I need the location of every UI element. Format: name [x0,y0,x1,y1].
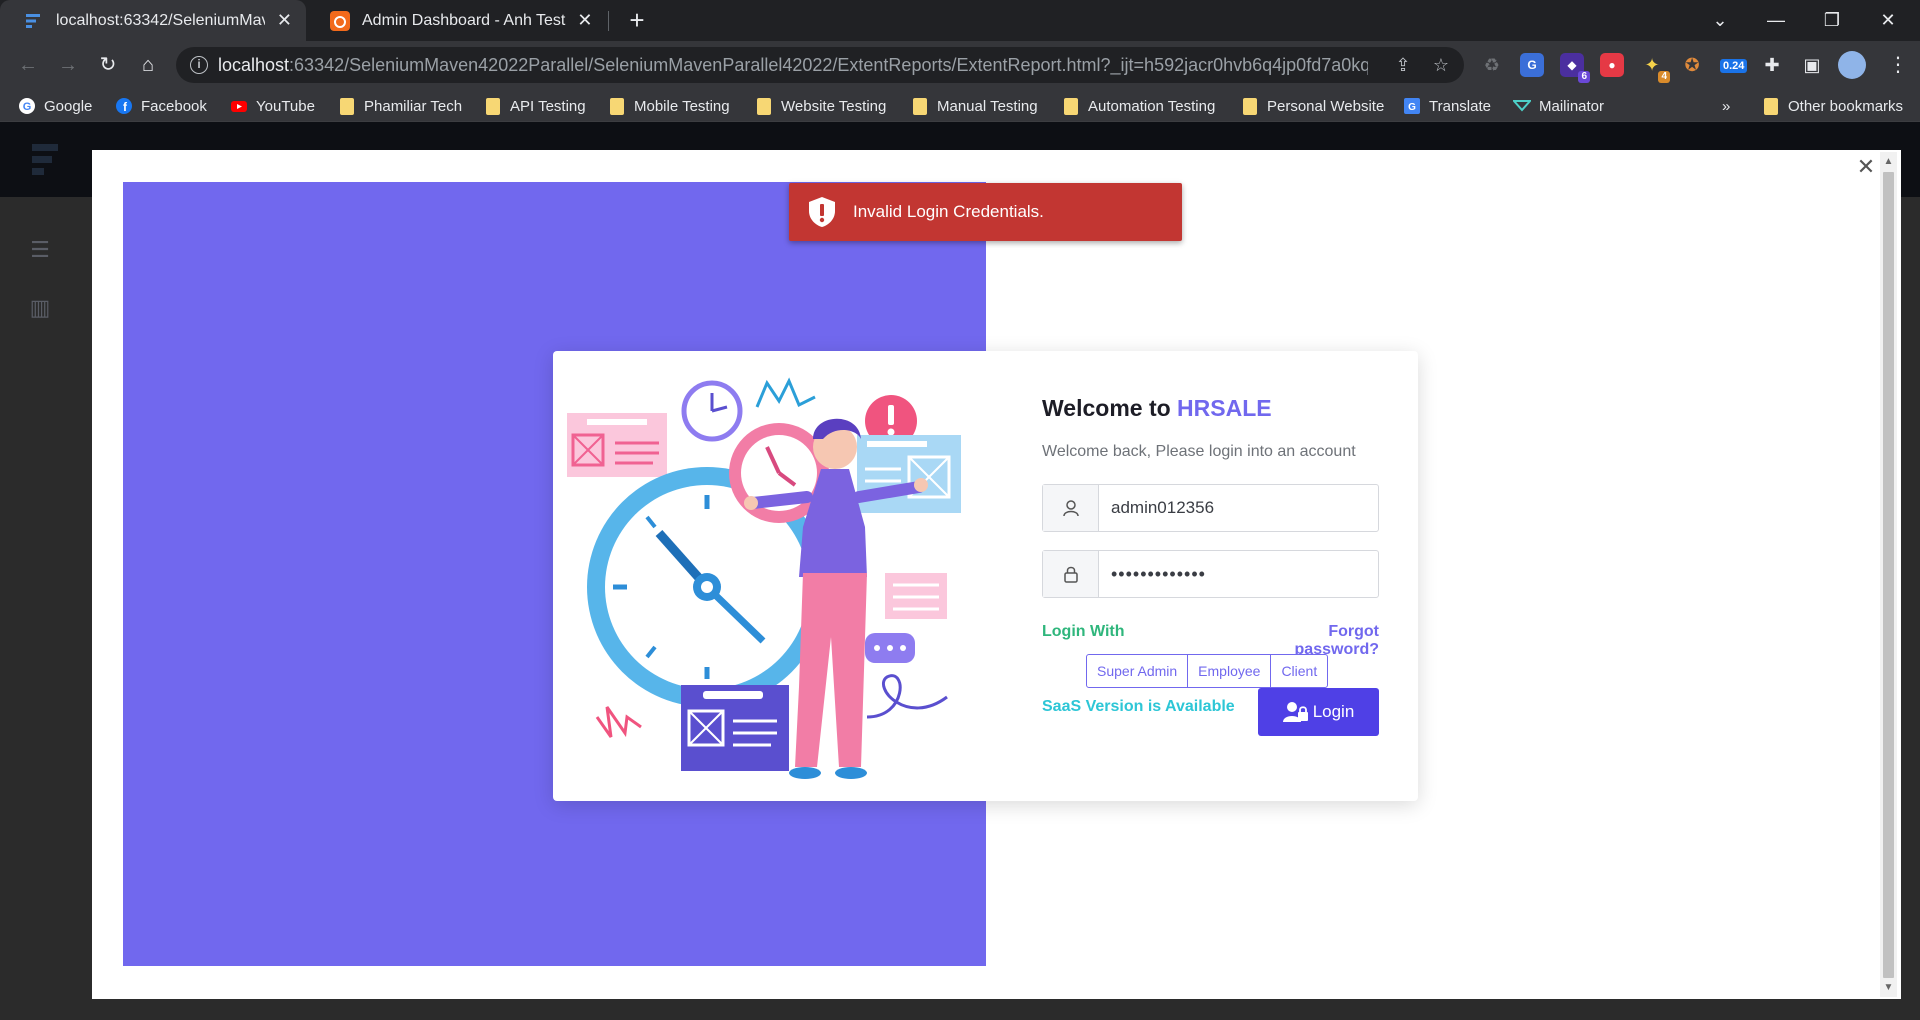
shield-alert-icon [809,197,835,227]
minimize-icon[interactable]: — [1748,0,1804,41]
page-viewport: ☰ ▥ Invalid Login Credentials. Welcome t… [0,122,1920,1020]
facebook-icon: f [116,98,132,114]
bar-chart-icon[interactable]: ▥ [28,296,52,320]
folder-icon [913,97,927,115]
folder-icon [1764,97,1778,115]
brand-name: HRSALE [1177,395,1272,421]
tab-search-icon[interactable]: ⌄ [1692,0,1748,41]
bookmark-personal-website[interactable]: Personal Website [1241,95,1384,117]
svg-text:G: G [1408,102,1416,113]
super-admin-button[interactable]: Super Admin [1086,654,1189,688]
welcome-heading: Welcome to HRSALE [1042,395,1272,421]
shield-icon[interactable]: ◆ 6 [1560,53,1590,83]
sidepanel-icon[interactable]: ▣ [1800,53,1824,77]
share-icon[interactable]: ⇪ [1392,54,1414,76]
app-logo-icon [32,144,58,175]
login-button-label: Login [1312,702,1355,721]
bookmark-youtube[interactable]: YouTube [230,95,315,117]
bookmark-api-testing[interactable]: API Testing [484,95,586,117]
star-icon[interactable]: ☆ [1430,54,1452,76]
bookmark-website-testing[interactable]: Website Testing [755,95,886,117]
bookmark-phamiliar-tech[interactable]: Phamiliar Tech [338,95,462,117]
tab-title: localhost:63342/SeleniumMaven42022Parall… [56,11,265,29]
employee-button[interactable]: Employee [1187,654,1272,688]
bookmark-manual-testing[interactable]: Manual Testing [911,95,1038,117]
password-input[interactable] [1111,563,1366,585]
list-icon[interactable]: ☰ [28,238,52,262]
menu-kebab-icon[interactable]: ⋮ [1882,49,1914,81]
reload-icon[interactable]: ↻ [92,49,124,81]
password-field [1042,550,1379,598]
bookmark-mobile-testing[interactable]: Mobile Testing [608,95,730,117]
close-icon[interactable]: ✕ [576,10,594,31]
error-toast: Invalid Login Credentials. [789,183,1182,241]
modal-close-icon[interactable]: ✕ [1855,156,1877,178]
home-icon[interactable]: ⌂ [132,49,164,81]
tab-extent-report[interactable]: localhost:63342/SeleniumMaven42022Parall… [0,0,306,41]
browser-toolbar: ← → ↻ ⌂ i localhost:63342/SeleniumMaven4… [0,41,1920,89]
folder-icon [1064,97,1078,115]
bookmark-google[interactable]: G Google [18,95,92,117]
counter-icon[interactable]: 0.24 [1720,53,1748,77]
bookmarks-overflow-button[interactable]: » [1722,95,1730,117]
tab-separator [608,11,609,31]
avatar-icon[interactable] [1838,51,1866,79]
bookmarks-bar: G Google f Facebook YouTube Phamiliar Te… [0,89,1920,122]
bookmark-translate[interactable]: G Translate [1403,95,1491,117]
new-tab-button[interactable]: + [622,5,652,35]
cookie-icon[interactable]: ✪ [1680,53,1704,77]
login-with-label: Login With [1042,623,1125,640]
bookmark-facebook[interactable]: f Facebook [115,95,207,117]
google-icon: G [19,98,35,114]
address-bar[interactable]: i localhost:63342/SeleniumMaven42022Para… [176,47,1464,83]
client-button[interactable]: Client [1270,654,1329,688]
login-card: Welcome to HRSALE Welcome back, Please l… [553,351,1418,801]
bookmark-other-bookmarks[interactable]: Other bookmarks [1762,95,1903,117]
extent-report-icon [26,13,40,28]
recycle-icon[interactable]: ♻ [1480,53,1504,77]
svg-text:G: G [23,101,32,113]
folder-icon [340,97,354,115]
folder-icon [610,97,624,115]
login-subtitle: Welcome back, Please login into an accou… [1042,443,1356,460]
translate-icon: G [1404,98,1420,114]
login-button[interactable]: Login [1258,688,1379,736]
folder-icon [1243,97,1257,115]
tab-admin-dashboard[interactable]: Admin Dashboard - Anh Tester ✕ [306,0,606,41]
username-field [1042,484,1379,532]
toast-message: Invalid Login Credentials. [853,202,1044,221]
forward-arrow-icon[interactable]: → [52,49,84,81]
folder-icon [486,97,500,115]
time-management-illustration [567,377,961,779]
bookmark-mailinator[interactable]: Mailinator [1513,95,1604,117]
site-info-icon[interactable]: i [190,56,208,74]
quick-login-role-group: Super Admin Employee Client [1086,654,1329,688]
bulb-icon[interactable]: ✦ 4 [1640,53,1670,83]
mailinator-icon [1513,100,1531,112]
restore-icon[interactable]: ❐ [1804,0,1860,41]
scroll-up-arrow-icon[interactable]: ▲ [1880,154,1897,170]
back-arrow-icon[interactable]: ← [12,49,44,81]
window-close-icon[interactable]: ✕ [1860,0,1916,41]
youtube-icon [231,101,247,112]
saas-version-text[interactable]: SaaS Version is Available [1042,698,1235,716]
tab-strip: localhost:63342/SeleniumMaven42022Parall… [0,0,1920,41]
address-url[interactable]: localhost:63342/SeleniumMaven42022Parall… [218,55,1368,76]
folder-icon [757,97,771,115]
translate-icon[interactable]: G [1520,53,1544,77]
puzzle-icon[interactable]: ✚ [1760,53,1784,77]
record-icon[interactable]: ● [1600,53,1624,77]
user-icon [1043,485,1099,531]
lock-icon [1043,551,1099,597]
tab-title: Admin Dashboard - Anh Tester [362,11,566,29]
scroll-down-arrow-icon[interactable]: ▼ [1880,980,1897,996]
anh-tester-icon [330,10,350,31]
close-icon[interactable]: ✕ [275,10,294,31]
user-lock-icon [1282,702,1308,722]
bookmark-automation-testing[interactable]: Automation Testing [1062,95,1215,117]
scrollbar-thumb[interactable] [1883,172,1894,978]
username-input[interactable] [1111,497,1366,519]
